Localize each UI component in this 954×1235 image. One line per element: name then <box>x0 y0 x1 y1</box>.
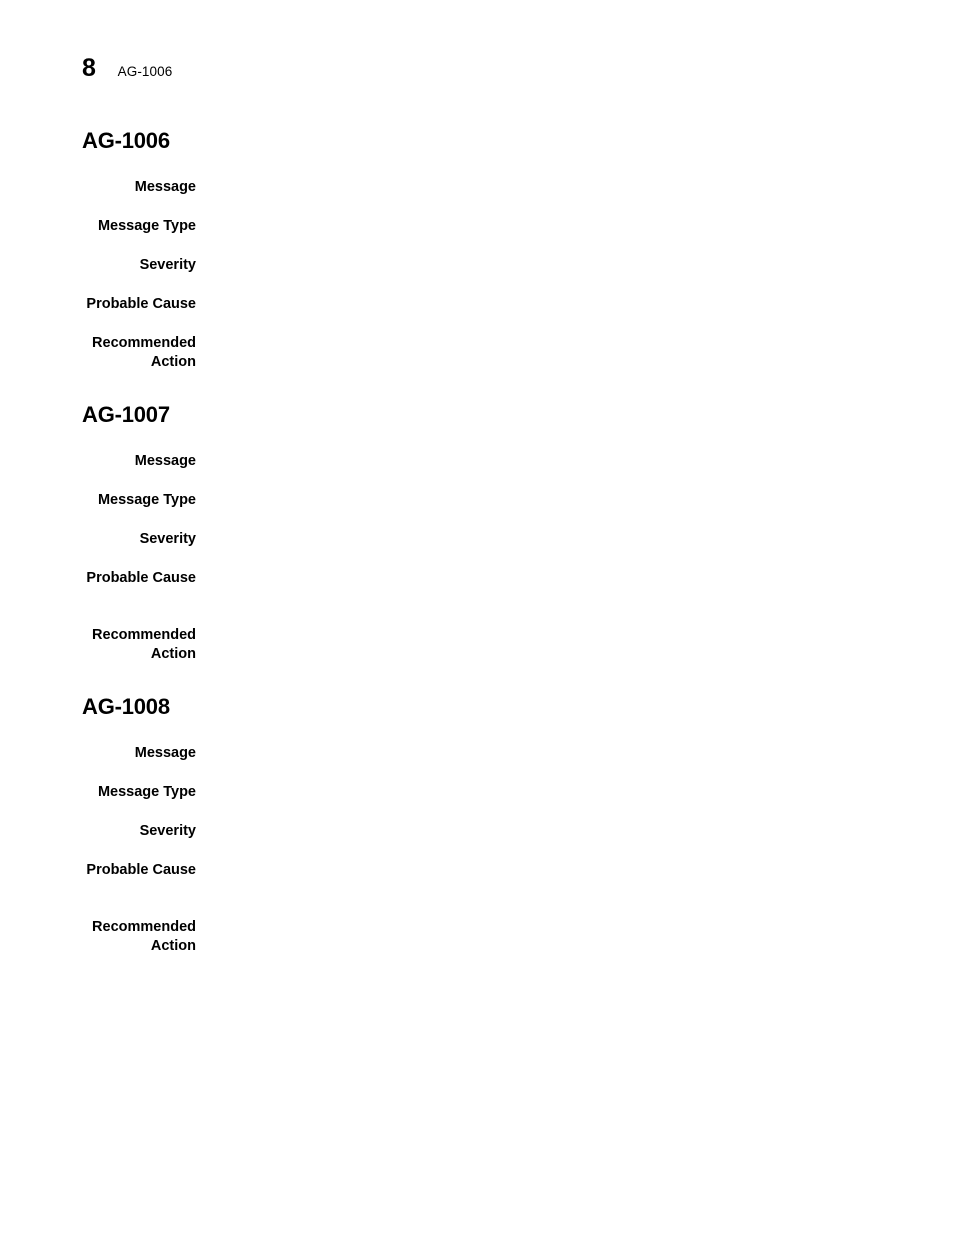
field-row-severity: Severity <box>82 256 872 275</box>
spacer-row <box>82 510 872 530</box>
field-table: Message Message Type Severity Probable C… <box>82 452 872 664</box>
field-value-message-type <box>196 783 872 802</box>
spacer-row <box>82 314 872 334</box>
spacer <box>82 588 872 626</box>
field-value-probable-cause <box>196 861 872 880</box>
field-value-message-type <box>196 217 872 236</box>
field-table: Message Message Type Severity Probable C… <box>82 744 872 956</box>
field-value-message <box>196 452 872 471</box>
section-heading: AG-1007 <box>82 402 170 427</box>
spacer-row <box>82 197 872 217</box>
field-label-severity: Severity <box>139 531 196 547</box>
field-label-message-type: Message Type <box>97 492 196 508</box>
field-label-message: Message <box>134 745 196 761</box>
field-label-recommended-action: Recommended Action <box>92 627 196 662</box>
spacer-row <box>82 236 872 256</box>
section-heading: AG-1006 <box>82 128 170 153</box>
field-value-recommended-action <box>196 918 872 956</box>
spacer <box>82 763 872 783</box>
spacer <box>82 549 872 569</box>
spacer <box>82 880 872 918</box>
field-row-recommended-action: Recommended Action <box>82 918 872 956</box>
spacer <box>82 841 872 861</box>
spacer <box>82 510 872 530</box>
field-value-severity <box>196 256 872 275</box>
field-label-severity: Severity <box>139 257 196 273</box>
field-value-recommended-action <box>196 626 872 664</box>
field-label-probable-cause: Probable Cause <box>86 296 196 312</box>
field-value-probable-cause <box>196 295 872 314</box>
field-label-probable-cause: Probable Cause <box>86 570 196 586</box>
spacer <box>82 236 872 256</box>
field-label-message-type: Message Type <box>97 784 196 800</box>
spacer-row <box>82 549 872 569</box>
field-value-severity <box>196 822 872 841</box>
field-label-severity: Severity <box>139 823 196 839</box>
field-row-message: Message <box>82 744 872 763</box>
spacer <box>82 802 872 822</box>
section-heading: AG-1008 <box>82 694 170 719</box>
field-row-probable-cause: Probable Cause <box>82 295 872 314</box>
field-value-message <box>196 744 872 763</box>
field-row-message: Message <box>82 452 872 471</box>
spacer <box>82 197 872 217</box>
spacer-row <box>82 471 872 491</box>
field-label-probable-cause: Probable Cause <box>86 862 196 878</box>
running-head-title: AG-1006 <box>117 64 173 79</box>
spacer-row <box>82 802 872 822</box>
field-label-message: Message <box>134 453 196 469</box>
field-row-probable-cause: Probable Cause <box>82 861 872 880</box>
field-table: Message Message Type Severity Probable C… <box>82 178 872 372</box>
message-section-ag-1006: AG-1006 Message Message Type Severity Pr… <box>82 128 872 372</box>
spacer-row <box>82 275 872 295</box>
spacer-row <box>82 880 872 918</box>
page-header: 8 AG-1006 <box>82 56 172 86</box>
message-section-ag-1008: AG-1008 Message Message Type Severity Pr… <box>82 694 872 956</box>
field-label-recommended-action: Recommended Action <box>92 335 196 370</box>
spacer <box>82 275 872 295</box>
spacer-row <box>82 588 872 626</box>
field-value-message <box>196 178 872 197</box>
spacer-row <box>82 763 872 783</box>
field-value-message-type <box>196 491 872 510</box>
spacer-row <box>82 841 872 861</box>
field-row-recommended-action: Recommended Action <box>82 334 872 372</box>
field-row-severity: Severity <box>82 822 872 841</box>
message-section-ag-1007: AG-1007 Message Message Type Severity Pr… <box>82 402 872 664</box>
field-row-message: Message <box>82 178 872 197</box>
spacer <box>82 471 872 491</box>
field-value-probable-cause <box>196 569 872 588</box>
field-row-severity: Severity <box>82 530 872 549</box>
spacer <box>82 314 872 334</box>
field-value-severity <box>196 530 872 549</box>
field-row-probable-cause: Probable Cause <box>82 569 872 588</box>
field-row-message-type: Message Type <box>82 783 872 802</box>
field-row-message-type: Message Type <box>82 491 872 510</box>
field-value-recommended-action <box>196 334 872 372</box>
field-row-recommended-action: Recommended Action <box>82 626 872 664</box>
document-page: 8 AG-1006 AG-1006 Message Message Type S… <box>0 0 954 1235</box>
page-number: 8 <box>82 54 96 82</box>
field-row-message-type: Message Type <box>82 217 872 236</box>
field-label-message: Message <box>134 179 196 195</box>
page-content: AG-1006 Message Message Type Severity Pr… <box>82 128 872 956</box>
field-label-message-type: Message Type <box>97 218 196 234</box>
field-label-recommended-action: Recommended Action <box>92 919 196 954</box>
